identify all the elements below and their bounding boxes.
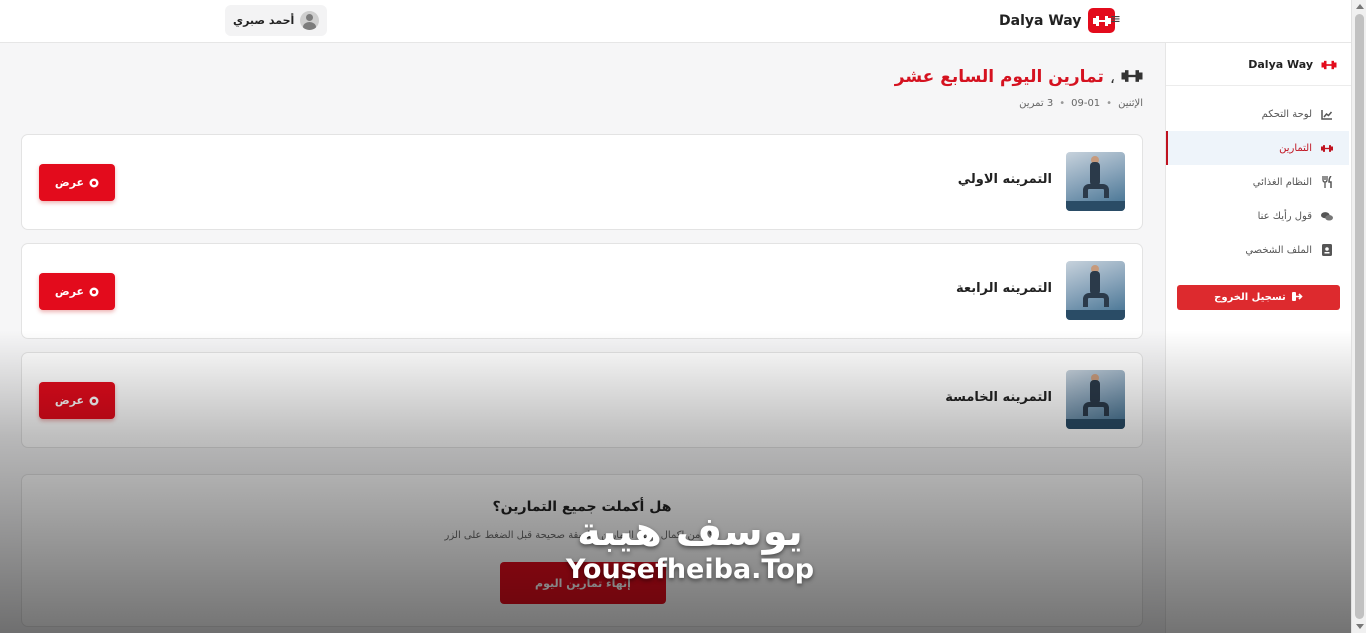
sidebar-nav: لوحة التحكم التمارين النظام الغذائي قول …: [1166, 97, 1351, 267]
comments-icon: [1321, 210, 1333, 222]
sidebar-item-label: الملف الشخصي: [1245, 244, 1312, 256]
workout-card: التمرينه الاولي عرض: [21, 134, 1143, 230]
view-button-label: عرض: [54, 176, 85, 189]
sidebar: Dalya Way لوحة التحكم التمارين النظام ال…: [1165, 43, 1351, 633]
main-content: ، تمارين اليوم السابع عشر الإثنين • 09-0…: [0, 43, 1164, 633]
sidebar-brand[interactable]: Dalya Way: [1166, 43, 1351, 86]
sidebar-item-label: التمارين: [1279, 142, 1312, 154]
meta-day: الإثنين: [1118, 98, 1143, 109]
view-button[interactable]: عرض: [39, 164, 115, 201]
dumbbell-icon: [1121, 68, 1143, 87]
meta-date: 09-01: [1071, 98, 1101, 109]
eye-icon: [89, 287, 99, 297]
sidebar-item-label: لوحة التحكم: [1261, 108, 1312, 120]
eye-icon: [89, 178, 99, 188]
brand-name: Dalya Way: [999, 12, 1082, 29]
logout-label: تسجيل الخروج: [1214, 292, 1286, 303]
sidebar-item-dashboard[interactable]: لوحة التحكم: [1166, 97, 1349, 131]
utensils-icon: [1321, 176, 1333, 188]
brand[interactable]: Dalya Way: [999, 8, 1116, 33]
workout-title: التمرينه الاولي: [957, 172, 1052, 187]
workout-card: التمرينه الخامسة عرض: [21, 352, 1143, 448]
sidebar-brand-name: Dalya Way: [1248, 57, 1313, 71]
view-button-label: عرض: [54, 394, 85, 407]
meta-dot: •: [1106, 98, 1113, 109]
sidebar-item-label: قول رأيك عنا: [1257, 210, 1312, 222]
scroll-down-arrow[interactable]: [1356, 624, 1364, 629]
view-button-label: عرض: [54, 285, 85, 298]
page-title-text: تمارين اليوم السابع عشر: [894, 67, 1104, 87]
sign-out-icon: [1291, 291, 1303, 304]
sidebar-item-workouts[interactable]: التمارين: [1166, 131, 1349, 165]
title-separator: ،: [1109, 67, 1115, 87]
scroll-thumb[interactable]: [1355, 14, 1364, 619]
complete-question: هل أكملت جميع التمارين؟: [492, 499, 672, 515]
scroll-up-arrow[interactable]: [1356, 4, 1364, 9]
workout-meta: الإثنين • 09-01 • 3 تمرين: [1019, 98, 1143, 109]
complete-day-panel: هل أكملت جميع التمارين؟ تأكد من إكمال جم…: [21, 474, 1143, 627]
user-name: أحمد صبري: [233, 14, 295, 27]
view-button[interactable]: عرض: [39, 382, 115, 419]
sidebar-item-profile[interactable]: الملف الشخصي: [1166, 233, 1349, 267]
page-title: ، تمارين اليوم السابع عشر: [895, 67, 1143, 87]
meta-dot: •: [1059, 98, 1066, 109]
id-card-icon: [1321, 244, 1333, 256]
workout-title: التمرينه الخامسة: [945, 390, 1052, 405]
avatar: [300, 11, 320, 30]
workout-thumbnail: [1066, 152, 1125, 211]
workout-card: التمرينه الرابعة عرض: [21, 243, 1143, 339]
dumbbell-icon: [1321, 55, 1337, 74]
sidebar-item-diet[interactable]: النظام الغذائي: [1166, 165, 1349, 199]
sidebar-item-feedback[interactable]: قول رأيك عنا: [1166, 199, 1349, 233]
dumbbell-icon: [1321, 142, 1333, 154]
top-bar: أحمد صبري Dalya Way ≡: [0, 0, 1351, 43]
sidebar-item-label: النظام الغذائي: [1252, 176, 1312, 188]
finish-day-button[interactable]: إنهاء تمارين اليوم: [500, 562, 666, 604]
complete-hint: تأكد من إكمال جميع التمارين بطريقة صحيحة…: [444, 530, 720, 541]
view-button[interactable]: عرض: [39, 273, 115, 310]
user-menu[interactable]: أحمد صبري: [225, 5, 328, 36]
workout-thumbnail: [1066, 370, 1125, 429]
logout-button[interactable]: تسجيل الخروج: [1177, 285, 1340, 310]
workout-title: التمرينه الرابعة: [955, 281, 1052, 296]
chart-line-icon: [1321, 108, 1333, 120]
hamburger-icon[interactable]: ≡: [1110, 13, 1121, 26]
eye-icon: [89, 396, 99, 406]
vertical-scrollbar[interactable]: [1351, 0, 1366, 633]
meta-count: 3 تمرين: [1019, 98, 1054, 109]
workout-thumbnail: [1066, 261, 1125, 320]
